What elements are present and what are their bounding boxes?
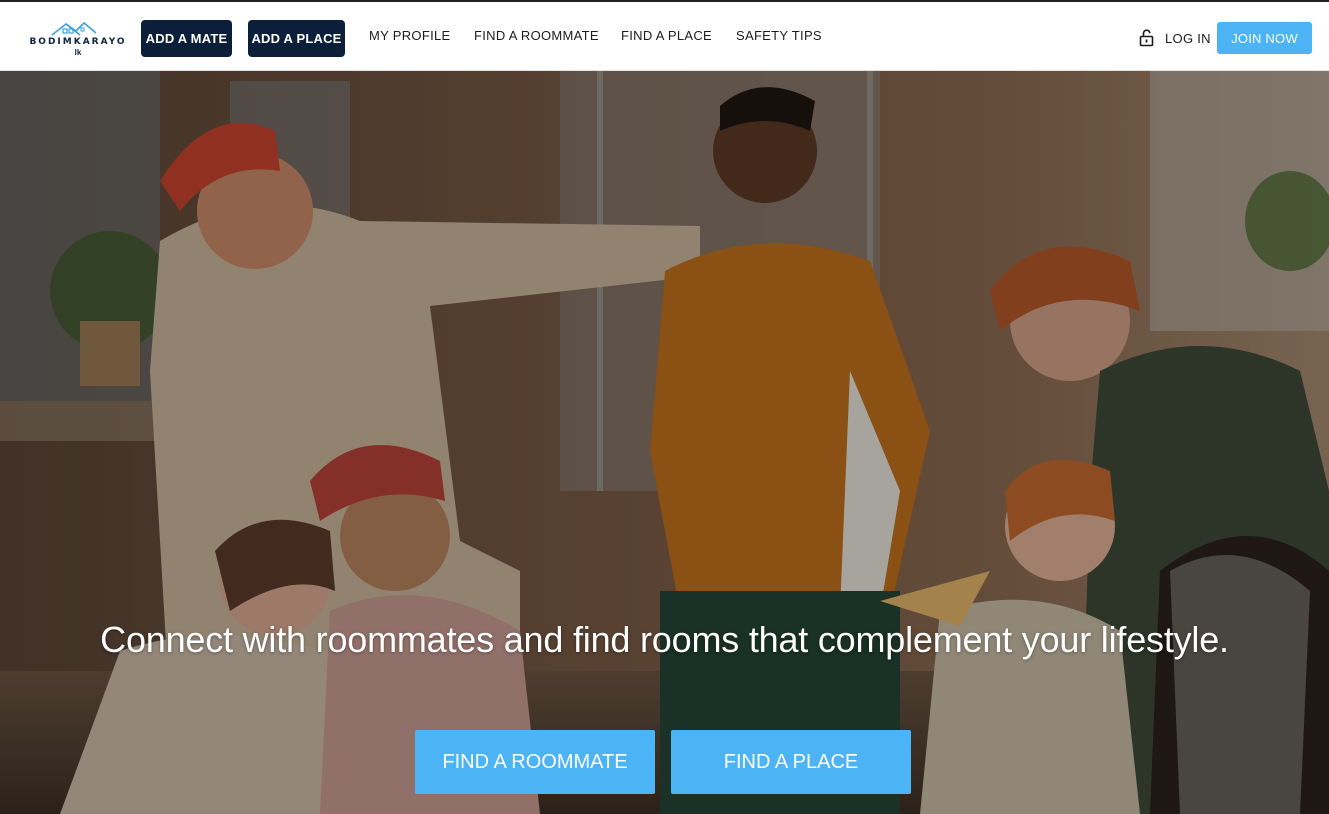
add-place-button[interactable]: ADD A PLACE [248,20,345,57]
house-icon [51,21,97,36]
page: BODIMKARAYO lk ADD A MATE ADD A PLACE MY… [0,0,1329,814]
hero-tagline: Connect with roommates and find rooms th… [100,619,1229,660]
nav-my-profile[interactable]: MY PROFILE [369,28,451,43]
hero-overlay [0,71,1329,814]
logo-suffix-text: lk [74,48,82,57]
unlock-icon [1139,29,1154,47]
top-navbar: BODIMKARAYO lk ADD A MATE ADD A PLACE MY… [0,0,1329,71]
nav-safety-tips[interactable]: SAFETY TIPS [736,28,822,43]
nav-find-roommate[interactable]: FIND A ROOMMATE [474,28,599,43]
site-logo[interactable]: BODIMKARAYO lk [28,18,128,58]
login-link[interactable]: LOG IN [1138,28,1211,48]
hero-find-place-button[interactable]: FIND A PLACE [671,730,911,794]
add-mate-button[interactable]: ADD A MATE [141,20,232,57]
hero-find-roommate-button[interactable]: FIND A ROOMMATE [415,730,655,794]
join-now-button[interactable]: JOIN NOW [1217,22,1312,54]
logo-brand-text: BODIMKARAYO [29,37,127,47]
hero-section: Connect with roommates and find rooms th… [0,71,1329,814]
nav-find-place[interactable]: FIND A PLACE [621,28,712,43]
login-label: LOG IN [1165,30,1211,46]
